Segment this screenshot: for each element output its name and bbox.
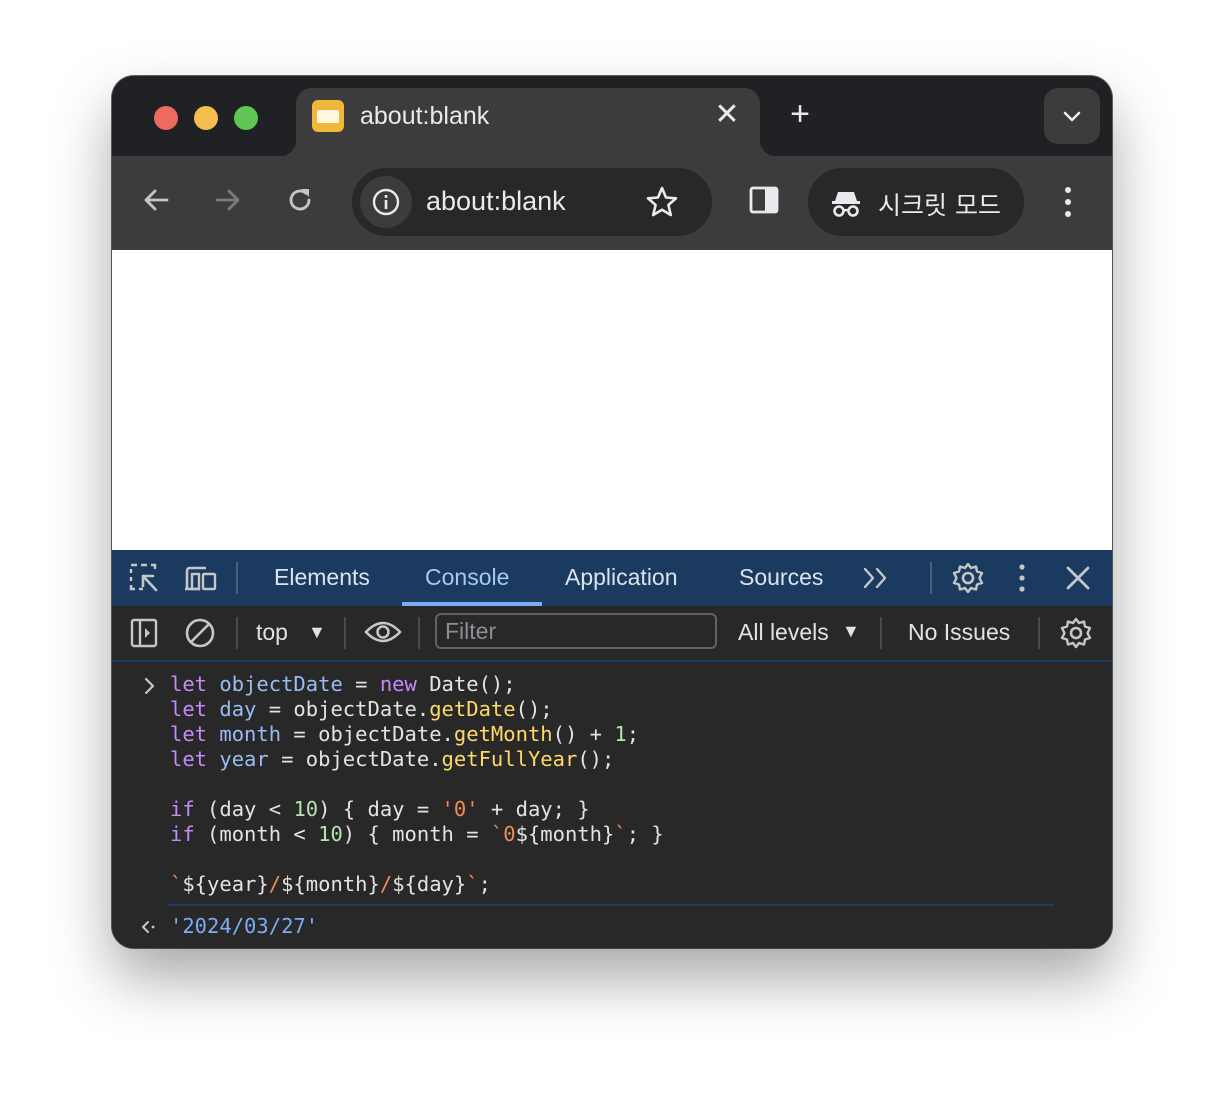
toolbar-divider xyxy=(1038,617,1040,649)
more-vertical-icon[interactable] xyxy=(1056,184,1080,220)
toolbar-divider xyxy=(344,617,346,649)
sidebar-toggle-icon[interactable] xyxy=(130,618,158,648)
address-bar[interactable]: about:blank xyxy=(352,168,712,236)
back-arrow-icon[interactable] xyxy=(140,184,172,216)
side-panel-icon[interactable] xyxy=(748,184,780,216)
toolbar-divider xyxy=(930,562,932,594)
forward-arrow-icon[interactable] xyxy=(212,184,244,216)
new-tab-button[interactable]: + xyxy=(784,97,816,131)
filter-input[interactable] xyxy=(435,613,717,649)
result-arrow-icon xyxy=(142,921,155,933)
page-content[interactable] xyxy=(112,250,1112,550)
console-result-value[interactable]: '2024/03/27' xyxy=(170,914,318,938)
code-line: let objectDate = new Date(); xyxy=(170,672,516,696)
clear-console-icon[interactable] xyxy=(184,617,216,649)
incognito-indicator[interactable]: 시크릿 모드 xyxy=(808,168,1024,236)
code-line: if (day < 10) { day = '0' + day; } xyxy=(170,797,590,821)
tab-console[interactable]: Console xyxy=(425,564,509,591)
issues-counter[interactable]: No Issues xyxy=(908,619,1010,646)
toolbar-divider xyxy=(418,617,420,649)
more-tabs-chevron-icon[interactable] xyxy=(862,566,890,590)
tab-close-icon[interactable]: ✕ xyxy=(712,100,742,130)
close-window-button[interactable] xyxy=(154,106,178,130)
tab-sources[interactable]: Sources xyxy=(739,564,823,591)
live-expression-eye-icon[interactable] xyxy=(364,618,402,646)
info-icon xyxy=(372,188,400,216)
tab-about-blank[interactable]: about:blank ✕ xyxy=(280,88,776,156)
browser-window: about:blank ✕ + about:blank 시크릿 모드 Eleme… xyxy=(112,76,1112,948)
site-info-button[interactable] xyxy=(360,176,412,228)
context-selector[interactable]: top xyxy=(256,619,288,646)
device-toolbar-icon[interactable] xyxy=(184,562,218,594)
input-prompt-chevron-icon xyxy=(144,677,155,695)
settings-gear-icon[interactable] xyxy=(952,562,984,594)
toolbar-divider xyxy=(236,562,238,594)
chevron-down-icon xyxy=(1063,111,1081,122)
toolbar-divider xyxy=(236,617,238,649)
console-input-code[interactable]: let objectDate = new Date(); let day = o… xyxy=(170,672,664,897)
entry-divider xyxy=(168,904,1054,906)
tab-elements[interactable]: Elements xyxy=(274,564,370,591)
bookmark-star-icon[interactable] xyxy=(644,184,680,220)
url-text[interactable]: about:blank xyxy=(426,186,566,217)
code-line: let month = objectDate.getMonth() + 1; xyxy=(170,722,640,746)
code-line: `${year}/${month}/${day}`; xyxy=(170,872,491,896)
incognito-label: 시크릿 모드 xyxy=(878,191,1001,220)
toolbar-divider xyxy=(880,617,882,649)
browser-toolbar: about:blank 시크릿 모드 xyxy=(112,156,1112,250)
tab-title: about:blank xyxy=(360,102,490,130)
console-output[interactable]: let objectDate = new Date(); let day = o… xyxy=(112,662,1112,948)
incognito-icon xyxy=(832,192,860,217)
tab-strip: about:blank ✕ + xyxy=(112,76,1112,156)
inspect-element-icon[interactable] xyxy=(128,562,160,594)
minimize-window-button[interactable] xyxy=(194,106,218,130)
dropdown-arrow-icon: ▼ xyxy=(308,622,326,642)
log-levels-dropdown[interactable]: All levels xyxy=(738,619,829,646)
console-settings-gear-icon[interactable] xyxy=(1060,617,1092,649)
tab-search-button[interactable] xyxy=(1044,88,1100,144)
close-devtools-icon[interactable] xyxy=(1064,564,1092,592)
zoom-window-button[interactable] xyxy=(234,106,258,130)
code-line: if (month < 10) { month = `0${month}`; } xyxy=(170,822,664,846)
reload-icon[interactable] xyxy=(284,184,316,216)
more-vertical-icon[interactable] xyxy=(1012,562,1032,594)
page-favicon-icon xyxy=(312,100,344,132)
code-line: let day = objectDate.getDate(); xyxy=(170,697,553,721)
code-line: let year = objectDate.getFullYear(); xyxy=(170,747,615,771)
console-toolbar: top ▼ All levels ▼ No Issues xyxy=(112,606,1112,662)
devtools-tabbar: Elements Console Application Sources xyxy=(112,550,1112,606)
dropdown-arrow-icon: ▼ xyxy=(842,621,860,641)
tab-application[interactable]: Application xyxy=(565,564,678,591)
